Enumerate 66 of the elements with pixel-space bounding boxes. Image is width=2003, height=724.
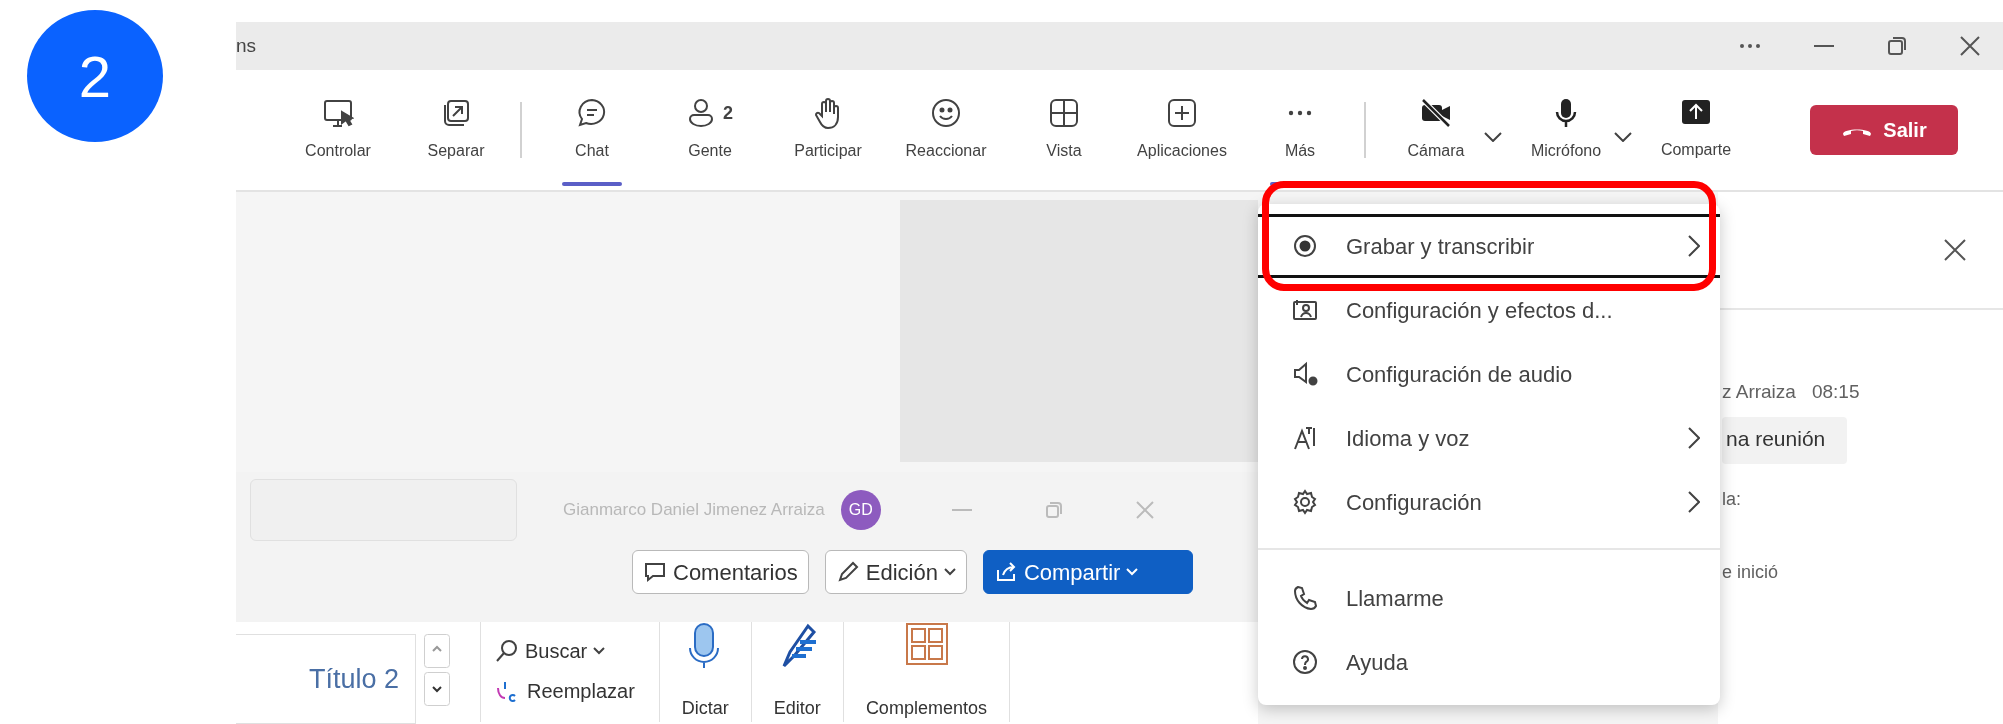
- plus-icon: [1166, 97, 1198, 129]
- message-time: 08:15: [1811, 380, 1860, 404]
- chevron-down-icon[interactable]: [1484, 132, 1502, 142]
- toolbar-tab[interactable]: Vista: [1008, 70, 1120, 190]
- minimize-icon[interactable]: [1813, 44, 1835, 48]
- chevron-down-icon[interactable]: [593, 647, 606, 655]
- search-icon[interactable]: [495, 639, 519, 663]
- device-button[interactable]: Micrófono: [1510, 70, 1622, 190]
- people-count: 2: [723, 101, 733, 125]
- menu-item[interactable]: Ayuda: [1258, 630, 1720, 694]
- ribbon-button[interactable]: Editor: [751, 622, 844, 722]
- toolbar-tab[interactable]: Participar: [772, 70, 884, 190]
- menu-item[interactable]: Llamarme: [1258, 566, 1720, 630]
- language-icon: [1292, 425, 1318, 451]
- toolbar-tab[interactable]: Reaccionar: [890, 70, 1002, 190]
- device-button[interactable]: Cámara: [1380, 70, 1492, 190]
- replace-button[interactable]: Reemplazar: [527, 676, 635, 706]
- help-icon: [1292, 649, 1318, 675]
- chevron-down-icon[interactable]: [1614, 132, 1632, 142]
- share-button[interactable]: Compartir: [982, 550, 1193, 594]
- chevron-down-icon: [943, 568, 956, 576]
- comment-icon: [643, 560, 667, 584]
- user-name: Gianmarco Daniel Jimenez Arraiza: [563, 499, 825, 522]
- sender-name: z Arraiza: [1722, 380, 1796, 404]
- message-bubble: na reunión: [1722, 416, 1848, 464]
- menu-item[interactable]: Idioma y voz: [1258, 406, 1720, 470]
- more-icon: [1288, 110, 1312, 116]
- chat-bubble-icon: [576, 97, 608, 129]
- settings-icon: [1292, 489, 1318, 515]
- portrait-settings-icon: [1292, 297, 1318, 323]
- ribbon-button[interactable]: Dictar: [659, 622, 752, 722]
- menu-item[interactable]: Grabar y transcribir: [1258, 214, 1720, 278]
- comments-button[interactable]: Comentarios: [632, 550, 809, 594]
- record-icon: [1292, 233, 1318, 259]
- grid-icon: [1048, 97, 1080, 129]
- close-icon[interactable]: [1943, 238, 1967, 262]
- menu-item[interactable]: Configuración de audio: [1258, 342, 1720, 406]
- close-icon[interactable]: [1959, 35, 1981, 57]
- window-title: ns: [236, 33, 257, 58]
- pencil-icon: [835, 560, 860, 584]
- user-avatar[interactable]: GD: [840, 490, 881, 530]
- toolbar-tab[interactable]: Controlar: [282, 70, 394, 190]
- monitor-icon: [322, 97, 354, 129]
- editing-dropdown[interactable]: Edición: [824, 550, 967, 594]
- phone-icon: [1292, 585, 1318, 611]
- toolbar-tab[interactable]: 2 Gente: [654, 70, 766, 190]
- scroll-down-icon[interactable]: [424, 672, 450, 706]
- ribbon-button[interactable]: Complementos: [843, 622, 1010, 722]
- find-button[interactable]: Buscar: [525, 636, 588, 666]
- speaker-settings-icon: [1292, 361, 1318, 387]
- more-icon[interactable]: [1739, 43, 1761, 49]
- restore-icon[interactable]: [1887, 36, 1907, 56]
- menu-item[interactable]: Configuración: [1258, 470, 1720, 534]
- toolbar-tab[interactable]: Aplicaciones: [1126, 70, 1238, 190]
- style-gallery[interactable]: Título 2: [236, 634, 416, 724]
- share-button[interactable]: Comparte: [1640, 70, 1752, 190]
- toolbar-tab[interactable]: Chat: [536, 70, 648, 190]
- step-badge: 2: [27, 10, 163, 142]
- leave-button[interactable]: Salir: [1810, 105, 1958, 155]
- camera-off-icon: [1419, 97, 1453, 129]
- toolbar-tab[interactable]: Separar: [400, 70, 512, 190]
- smiley-icon: [930, 97, 962, 129]
- message-text: la:: [1722, 488, 1742, 511]
- chevron-down-icon: [1126, 568, 1139, 576]
- toolbar-tab[interactable]: Más: [1244, 70, 1356, 190]
- message-text: e inició: [1722, 561, 1780, 584]
